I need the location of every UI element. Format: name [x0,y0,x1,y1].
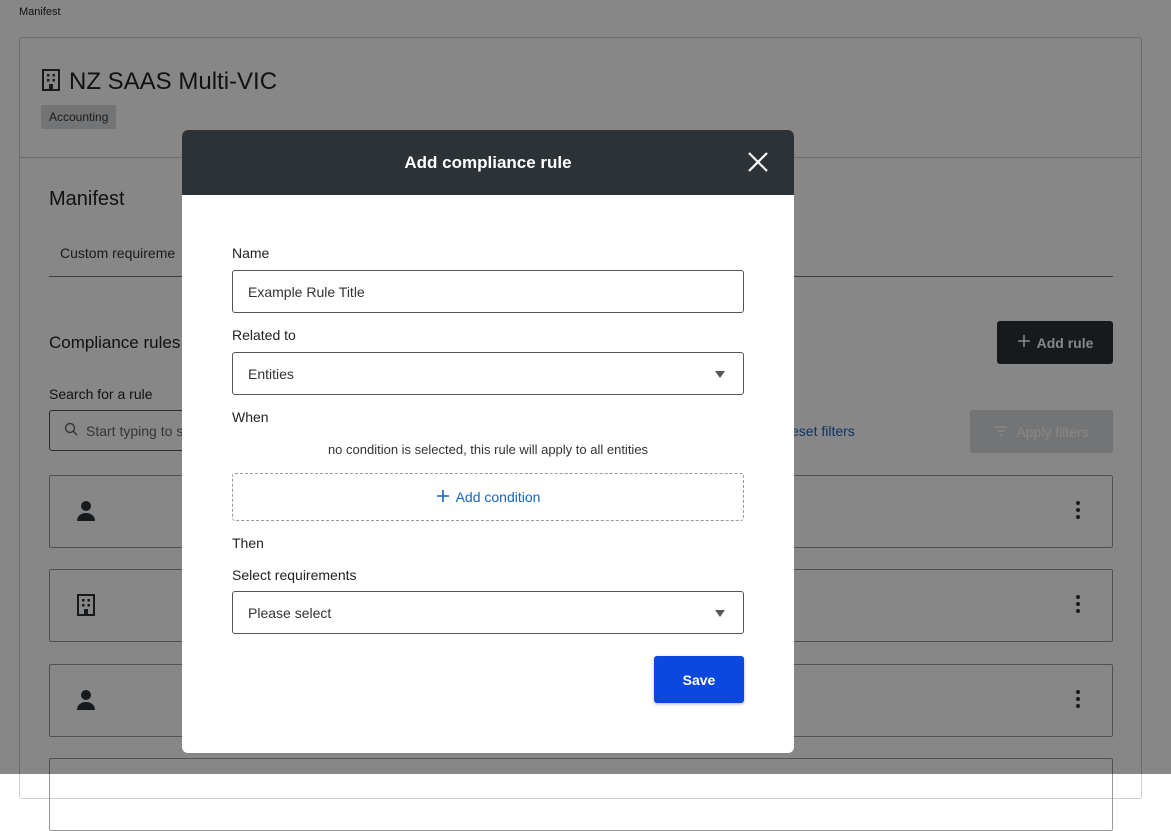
chevron-down-icon [715,610,725,617]
requirements-placeholder: Please select [248,604,332,621]
plus-icon [436,489,450,506]
requirements-select[interactable]: Please select [232,591,744,634]
related-to-value: Entities [248,365,294,382]
related-to-label: Related to [232,327,296,343]
name-input[interactable]: Example Rule Title [232,270,744,313]
add-compliance-rule-dialog: Add compliance rule Name Example Rule Ti… [182,130,794,753]
name-value: Example Rule Title [248,283,365,300]
then-label: Then [232,535,264,551]
add-condition-label: Add condition [455,489,541,505]
when-label: When [232,409,269,425]
when-note: no condition is selected, this rule will… [327,442,649,457]
close-icon[interactable] [746,150,770,174]
chevron-down-icon [715,371,725,378]
related-to-select[interactable]: Entities [232,352,744,395]
dialog-title: Add compliance rule [404,153,572,172]
name-label: Name [232,245,270,261]
add-condition-button[interactable]: Add condition [232,473,744,521]
select-requirements-label: Select requirements [232,567,357,583]
dialog-header: Add compliance rule [182,130,794,195]
save-button[interactable]: Save [654,656,744,703]
